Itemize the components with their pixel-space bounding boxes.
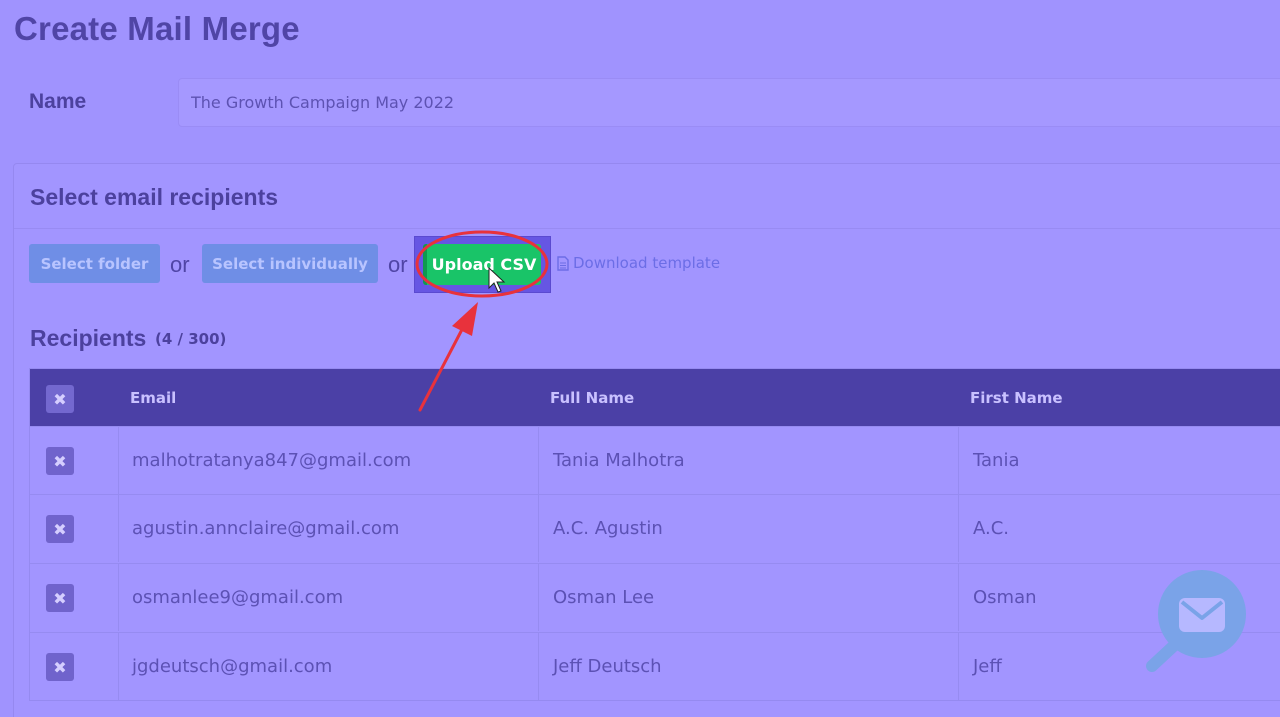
remove-row-button[interactable]: ✖ xyxy=(46,584,74,612)
document-icon xyxy=(557,255,569,271)
remove-row-button[interactable]: ✖ xyxy=(46,447,74,475)
select-individually-button[interactable]: Select individually xyxy=(202,244,378,283)
email-cell: osmanlee9@gmail.com xyxy=(132,587,344,608)
column-header-full-name: Full Name xyxy=(550,389,635,407)
column-divider xyxy=(538,564,539,631)
upload-csv-button[interactable]: Upload CSV xyxy=(423,244,541,285)
email-cell: jgdeutsch@gmail.com xyxy=(132,656,333,677)
close-x-icon: ✖ xyxy=(53,588,67,608)
close-x-icon: ✖ xyxy=(53,519,67,539)
remove-all-button[interactable]: ✖ xyxy=(46,385,74,413)
table-row: ✖ agustin.annclaire@gmail.com A.C. Agust… xyxy=(30,494,1280,562)
table-row: ✖ jgdeutsch@gmail.com Jeff Deutsch Jeff xyxy=(30,632,1280,700)
close-x-icon: ✖ xyxy=(53,451,67,471)
recipients-title: Recipients xyxy=(30,325,147,351)
name-label: Name xyxy=(29,90,87,113)
column-divider xyxy=(538,495,539,562)
column-divider xyxy=(958,633,959,700)
table-header: ✖ Email Full Name First Name xyxy=(30,369,1280,426)
recipients-count: (4 / 300) xyxy=(155,330,227,348)
or-separator: or xyxy=(388,252,408,277)
recipients-table: ✖ Email Full Name First Name ✖ malhotrat… xyxy=(29,368,1280,701)
full-name-cell: Tania Malhotra xyxy=(553,450,685,471)
column-divider xyxy=(538,427,539,494)
full-name-cell: Jeff Deutsch xyxy=(553,656,662,677)
close-x-icon: ✖ xyxy=(53,657,67,677)
first-name-cell: Osman xyxy=(973,587,1037,608)
mail-search-icon[interactable] xyxy=(1144,570,1248,674)
column-header-email: Email xyxy=(130,389,177,407)
section-title: Select email recipients xyxy=(30,184,279,210)
first-name-cell: Tania xyxy=(973,450,1020,471)
download-template-label: Download template xyxy=(573,254,721,272)
column-divider xyxy=(118,427,119,494)
table-row: ✖ osmanlee9@gmail.com Osman Lee Osman xyxy=(30,563,1280,631)
column-divider xyxy=(118,495,119,562)
email-cell: agustin.annclaire@gmail.com xyxy=(132,518,400,539)
column-divider xyxy=(958,564,959,631)
column-divider xyxy=(538,633,539,700)
column-divider xyxy=(958,495,959,562)
column-divider xyxy=(118,633,119,700)
or-separator: or xyxy=(170,252,190,277)
close-x-icon: ✖ xyxy=(53,389,67,409)
first-name-cell: Jeff xyxy=(973,656,1002,677)
page-title: Create Mail Merge xyxy=(14,10,300,47)
name-input[interactable] xyxy=(178,78,1280,127)
column-divider xyxy=(118,564,119,631)
email-cell: malhotratanya847@gmail.com xyxy=(132,450,412,471)
remove-row-button[interactable]: ✖ xyxy=(46,653,74,681)
full-name-cell: Osman Lee xyxy=(553,587,655,608)
section-divider xyxy=(14,228,1280,229)
download-template-link[interactable]: Download template xyxy=(557,254,720,272)
column-header-first-name: First Name xyxy=(970,389,1063,407)
remove-row-button[interactable]: ✖ xyxy=(46,515,74,543)
table-row: ✖ malhotratanya847@gmail.com Tania Malho… xyxy=(30,426,1280,494)
column-divider xyxy=(958,427,959,494)
full-name-cell: A.C. Agustin xyxy=(553,518,663,539)
select-folder-button[interactable]: Select folder xyxy=(29,244,160,283)
first-name-cell: A.C. xyxy=(973,518,1010,539)
